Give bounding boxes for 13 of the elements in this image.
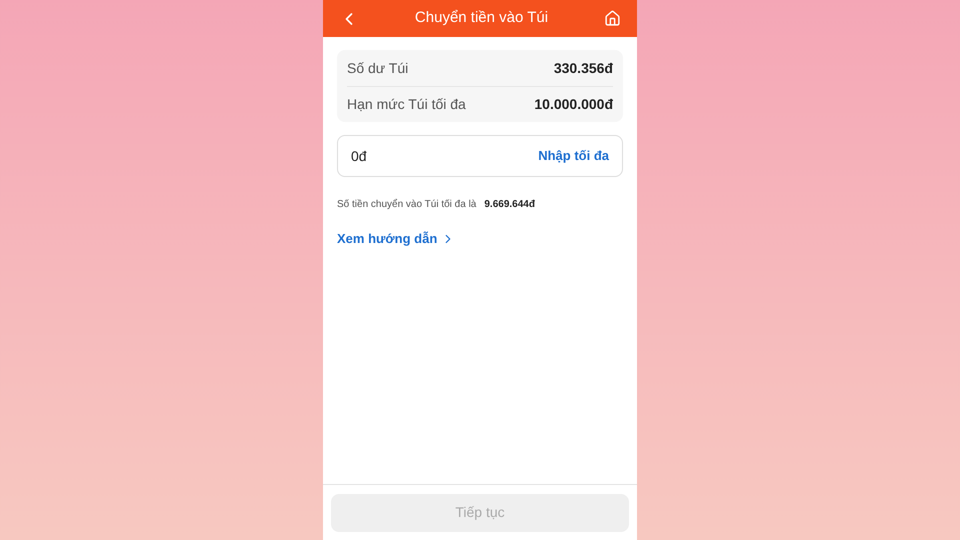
summary-label: Số dư Túi <box>347 58 408 78</box>
home-icon <box>604 10 621 27</box>
max-note: Số tiền chuyển vào Túi tối đa là <box>337 198 476 212</box>
summary-label: Hạn mức Túi tối đa <box>347 95 466 114</box>
summary-value: 10.000.000đ <box>534 95 613 114</box>
amount-value: 0đ <box>351 146 367 166</box>
amount-field[interactable]: 0đ Nhập tối đa <box>337 135 623 177</box>
max-note-amount: 9.669.644đ <box>484 198 535 212</box>
home-button[interactable] <box>604 10 621 27</box>
guide-link[interactable]: Xem hướng dẫn <box>337 229 456 248</box>
max-amount-link[interactable]: Nhập tối đa <box>538 146 609 166</box>
summary-value: 330.356đ <box>554 58 613 78</box>
header-title: Chuyển tiền vào Túi <box>414 8 548 28</box>
